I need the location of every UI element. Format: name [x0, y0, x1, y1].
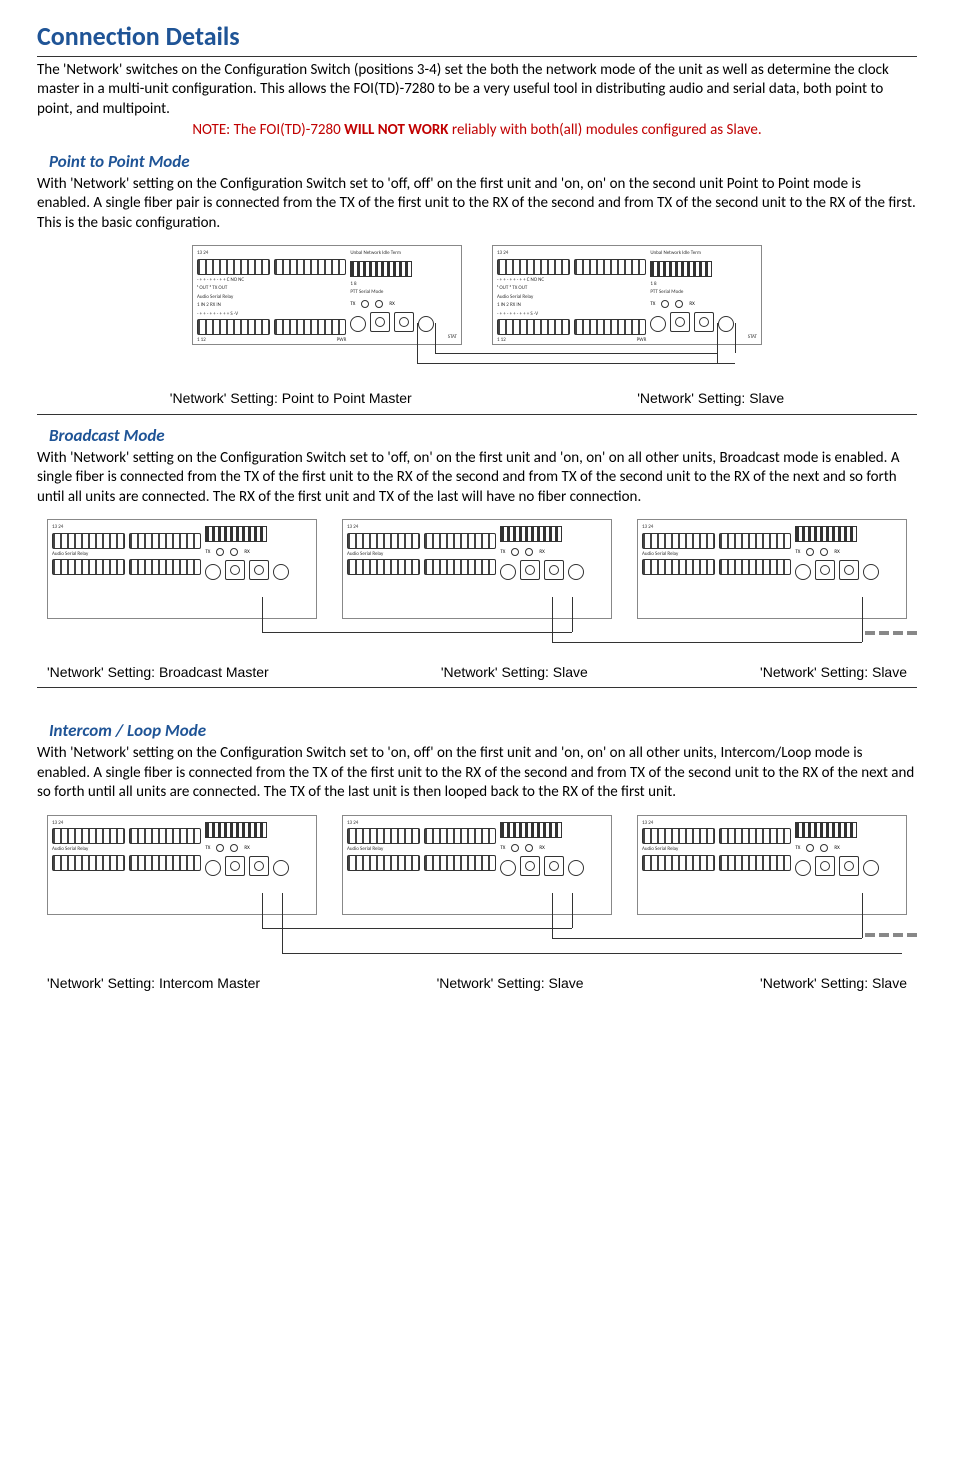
caption-intercom-master: 'Network' Setting: Intercom Master — [47, 974, 260, 992]
heading-ptp: Point to Point Mode — [49, 151, 917, 173]
dip-switch — [350, 261, 412, 277]
unit-broadcast-master: 13 24 Audio Serial Relay TXRX — [47, 519, 317, 619]
label: 13 24 — [347, 524, 358, 531]
label: 13 24 — [347, 820, 358, 827]
caption-broadcast-slave1: 'Network' Setting: Slave — [441, 663, 588, 681]
label: Audio Serial Relay — [642, 551, 678, 558]
label: PTT Serial Mode — [650, 289, 683, 296]
warning-note: NOTE: The FOI(TD)-7280 WILL NOT WORK rel… — [37, 121, 917, 141]
unit-master-ptp: 13 24 - + + - + + - + + C NO NC ¹ OUT ² … — [192, 245, 462, 345]
caption-ptp-master: 'Network' Setting: Point to Point Master — [170, 389, 412, 407]
diagram-ptp: 13 24 - + + - + + - + + C NO NC ¹ OUT ² … — [37, 235, 917, 414]
label: 13 24 — [197, 250, 208, 257]
fiber-connector — [418, 316, 434, 332]
label: STAT — [748, 334, 757, 341]
label: 13 24 — [642, 524, 653, 531]
label: 1 IN 2 RX IN — [197, 302, 221, 309]
label: Audio Serial Relay — [642, 846, 678, 853]
tx-port — [670, 312, 690, 332]
label: Audio Serial Relay — [347, 846, 383, 853]
note-bold: WILL NOT WORK — [344, 121, 448, 139]
label: 1 IN 2 RX IN — [497, 302, 521, 309]
label: 1 12 — [497, 337, 506, 344]
page-title: Connection Details — [37, 20, 917, 57]
tx-port — [370, 312, 390, 332]
caption-broadcast-slave2: 'Network' Setting: Slave — [760, 663, 907, 681]
body-broadcast: With 'Network' setting on the Configurat… — [37, 449, 917, 508]
label: Audio Serial Relay — [347, 551, 383, 558]
label: PWR — [337, 337, 347, 344]
heading-broadcast: Broadcast Mode — [49, 425, 917, 447]
heading-intercom: Intercom / Loop Mode — [49, 720, 917, 742]
fiber-connections-broadcast — [37, 627, 917, 657]
unit-slave-ptp: 13 24 - + + - + + - + + C NO NC ¹ OUT ² … — [492, 245, 762, 345]
diagram-intercom: 13 24 Audio Serial Relay TXRX 13 — [37, 805, 917, 1002]
rx-port — [694, 312, 714, 332]
label: 1 8 — [350, 281, 356, 288]
caption-intercom-slave2: 'Network' Setting: Slave — [760, 974, 907, 992]
label: Audio Serial Relay — [52, 846, 88, 853]
label: - + + - + + - + + + S -V — [197, 311, 238, 318]
note-prefix: NOTE: The FOI(TD)-7280 — [192, 121, 344, 139]
label: PTT Serial Mode — [350, 289, 383, 296]
unit-broadcast-slave2: 13 24 Audio Serial Relay TXRX — [637, 519, 907, 619]
label: 13 24 — [497, 250, 508, 257]
label: 13 24 — [642, 820, 653, 827]
label: Audio Serial Relay — [197, 294, 233, 301]
body-intercom: With 'Network' setting on the Configurat… — [37, 744, 917, 803]
rx-port — [394, 312, 414, 332]
label: Unbal Network Idle Term — [350, 250, 401, 257]
label: 1 8 — [650, 281, 656, 288]
unit-intercom-slave2: 13 24 Audio Serial Relay TXRX — [637, 815, 907, 915]
label: Audio Serial Relay — [52, 551, 88, 558]
fiber-connections-ptp — [37, 353, 917, 383]
label: PWR — [637, 337, 647, 344]
dip-switch — [650, 261, 712, 277]
note-suffix: reliably with both(all) modules configur… — [449, 121, 762, 139]
label: 1 12 — [197, 337, 206, 344]
label: Unbal Network Idle Term — [650, 250, 701, 257]
label: ¹ OUT ² TX OUT — [197, 285, 227, 292]
label: 13 24 — [52, 820, 63, 827]
body-ptp: With 'Network' setting on the Configurat… — [37, 175, 917, 234]
diagram-broadcast: 13 24 Audio Serial Relay TXRX 13 — [37, 509, 917, 688]
label: Audio Serial Relay — [497, 294, 533, 301]
fiber-connections-intercom — [37, 923, 917, 968]
label: - + + - + + - + + C NO NC — [197, 277, 244, 284]
label: STAT — [448, 334, 457, 341]
label: - + + - + + - + + C NO NC — [497, 277, 544, 284]
label: - + + - + + - + + + S -V — [497, 311, 538, 318]
label: 13 24 — [52, 524, 63, 531]
caption-broadcast-master: 'Network' Setting: Broadcast Master — [47, 663, 269, 681]
label: ¹ OUT ² TX OUT — [497, 285, 527, 292]
caption-intercom-slave1: 'Network' Setting: Slave — [437, 974, 584, 992]
intro-paragraph: The 'Network' switches on the Configurat… — [37, 61, 917, 120]
caption-ptp-slave: 'Network' Setting: Slave — [637, 389, 784, 407]
unit-intercom-master: 13 24 Audio Serial Relay TXRX — [47, 815, 317, 915]
fiber-connector — [350, 316, 366, 332]
